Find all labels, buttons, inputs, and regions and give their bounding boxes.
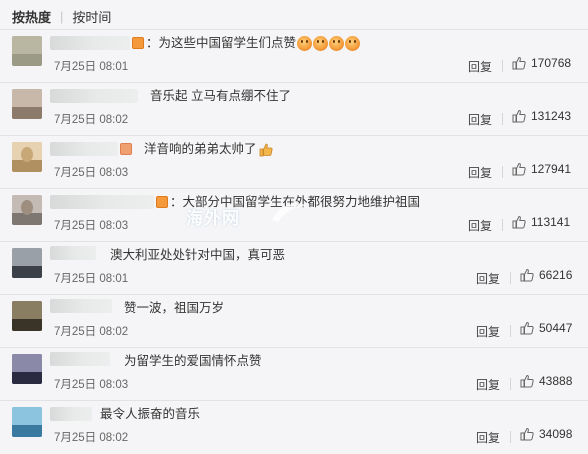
thumbs-up-icon bbox=[512, 109, 526, 123]
like-button[interactable]: 170768 bbox=[512, 56, 571, 70]
like-count: 113141 bbox=[531, 215, 571, 229]
avatar[interactable] bbox=[12, 142, 42, 172]
like-button[interactable]: 34098 bbox=[520, 427, 572, 441]
watermark-logo: 海外网 bbox=[186, 209, 240, 228]
comment-timestamp: 7月25日 08:03 bbox=[54, 220, 129, 232]
username-redacted[interactable] bbox=[50, 246, 96, 260]
comment-content: 为留学生的爱国情怀点赞 bbox=[124, 354, 262, 368]
comment-content: 澳大利亚处处针对中国，真可恶 bbox=[110, 248, 286, 262]
like-button[interactable]: 131243 bbox=[512, 109, 571, 123]
comment-content: 赞一波，祖国万岁 bbox=[124, 301, 225, 315]
comment-timestamp: 7月25日 08:02 bbox=[54, 114, 129, 126]
thumbs-up-icon bbox=[512, 215, 526, 229]
comment-item: ：为这些中国留学生们点赞 7月25日 08:01 回复 170768 bbox=[0, 30, 588, 82]
comment-timestamp: 7月25日 08:01 bbox=[54, 61, 129, 73]
comment-timestamp: 7月25日 08:03 bbox=[54, 379, 129, 391]
thumbs-up-icon bbox=[520, 374, 534, 388]
comment-item: 最令人振奋的音乐 7月25日 08:02 回复 34098 bbox=[0, 401, 588, 453]
watermark-swoosh-icon bbox=[272, 203, 308, 222]
thumbs-up-icon bbox=[520, 427, 534, 441]
like-button[interactable]: 43888 bbox=[520, 374, 572, 388]
thumbs-up-icon bbox=[520, 321, 534, 335]
vip-badge-icon bbox=[120, 143, 132, 155]
action-separator bbox=[502, 60, 503, 72]
action-separator bbox=[510, 378, 511, 390]
action-separator bbox=[502, 113, 503, 125]
like-count: 131243 bbox=[531, 109, 572, 123]
comment-item: 赞一波，祖国万岁 7月25日 08:02 回复 50447 bbox=[0, 295, 588, 347]
avatar[interactable] bbox=[12, 407, 42, 437]
reply-button[interactable]: 回复 bbox=[476, 376, 500, 393]
like-count: 127941 bbox=[531, 162, 572, 176]
comment-content: 音乐起 立马有点绷不住了 bbox=[150, 89, 291, 103]
username-redacted[interactable] bbox=[50, 142, 118, 156]
comment-content: ：为这些中国留学生们点赞 bbox=[146, 35, 361, 52]
comment-timestamp: 7月25日 08:03 bbox=[54, 167, 129, 179]
comment-timestamp: 7月25日 08:01 bbox=[54, 273, 129, 285]
avatar[interactable] bbox=[12, 248, 42, 278]
like-count: 50447 bbox=[539, 321, 573, 335]
comment-content: 最令人振奋的音乐 bbox=[100, 407, 201, 421]
reply-button[interactable]: 回复 bbox=[476, 323, 500, 340]
vip-badge-icon bbox=[156, 196, 168, 208]
comment-content: 洋音响的弟弟太帅了 bbox=[144, 141, 273, 157]
avatar[interactable] bbox=[12, 354, 42, 384]
username-redacted[interactable] bbox=[50, 352, 110, 366]
action-separator bbox=[510, 431, 511, 443]
avatar[interactable] bbox=[12, 195, 42, 225]
reply-button[interactable]: 回复 bbox=[468, 164, 492, 181]
action-separator bbox=[510, 325, 511, 337]
sort-separator: | bbox=[60, 8, 64, 24]
sort-bar: 按热度 | 按时间 bbox=[12, 6, 111, 26]
username-redacted[interactable] bbox=[50, 299, 112, 313]
username-redacted[interactable] bbox=[50, 89, 138, 103]
username-redacted[interactable] bbox=[50, 36, 130, 50]
comment-item: 洋音响的弟弟太帅了 7月25日 08:03 回复 127941 bbox=[0, 136, 588, 188]
like-button[interactable]: 113141 bbox=[512, 215, 570, 229]
action-separator bbox=[510, 272, 511, 284]
like-button[interactable]: 66216 bbox=[520, 268, 572, 282]
avatar[interactable] bbox=[12, 301, 42, 331]
vip-badge-icon bbox=[132, 37, 144, 49]
comment-item: 澳大利亚处处针对中国，真可恶 7月25日 08:01 回复 66216 bbox=[0, 242, 588, 294]
thumbs-up-icon bbox=[512, 56, 526, 70]
avatar[interactable] bbox=[12, 89, 42, 119]
clap-emoji-icons bbox=[297, 36, 361, 52]
comment-item: 为留学生的爱国情怀点赞 7月25日 08:03 回复 43888 bbox=[0, 348, 588, 400]
username-redacted[interactable] bbox=[50, 407, 92, 421]
thumbs-up-icon bbox=[512, 162, 526, 176]
comment-item: 音乐起 立马有点绷不住了 7月25日 08:02 回复 131243 bbox=[0, 83, 588, 135]
like-count: 66216 bbox=[539, 268, 573, 282]
comment-timestamp: 7月25日 08:02 bbox=[54, 432, 129, 444]
thumbs-up-emoji-icon bbox=[259, 143, 273, 157]
thumbs-up-icon bbox=[520, 268, 534, 282]
like-count: 34098 bbox=[539, 427, 573, 441]
reply-button[interactable]: 回复 bbox=[468, 111, 492, 128]
username-redacted[interactable] bbox=[50, 195, 154, 209]
like-count: 170768 bbox=[531, 56, 572, 70]
sort-by-time-tab[interactable]: 按时间 bbox=[72, 7, 111, 26]
sort-by-hot-tab[interactable]: 按热度 bbox=[12, 7, 51, 26]
action-separator bbox=[502, 166, 503, 178]
comment-timestamp: 7月25日 08:02 bbox=[54, 326, 129, 338]
like-count: 43888 bbox=[539, 374, 573, 388]
reply-button[interactable]: 回复 bbox=[476, 270, 500, 287]
action-separator bbox=[502, 219, 503, 231]
reply-button[interactable]: 回复 bbox=[476, 429, 500, 446]
reply-button[interactable]: 回复 bbox=[468, 58, 492, 75]
reply-button[interactable]: 回复 bbox=[468, 217, 492, 234]
like-button[interactable]: 127941 bbox=[512, 162, 571, 176]
like-button[interactable]: 50447 bbox=[520, 321, 572, 335]
avatar[interactable] bbox=[12, 36, 42, 66]
